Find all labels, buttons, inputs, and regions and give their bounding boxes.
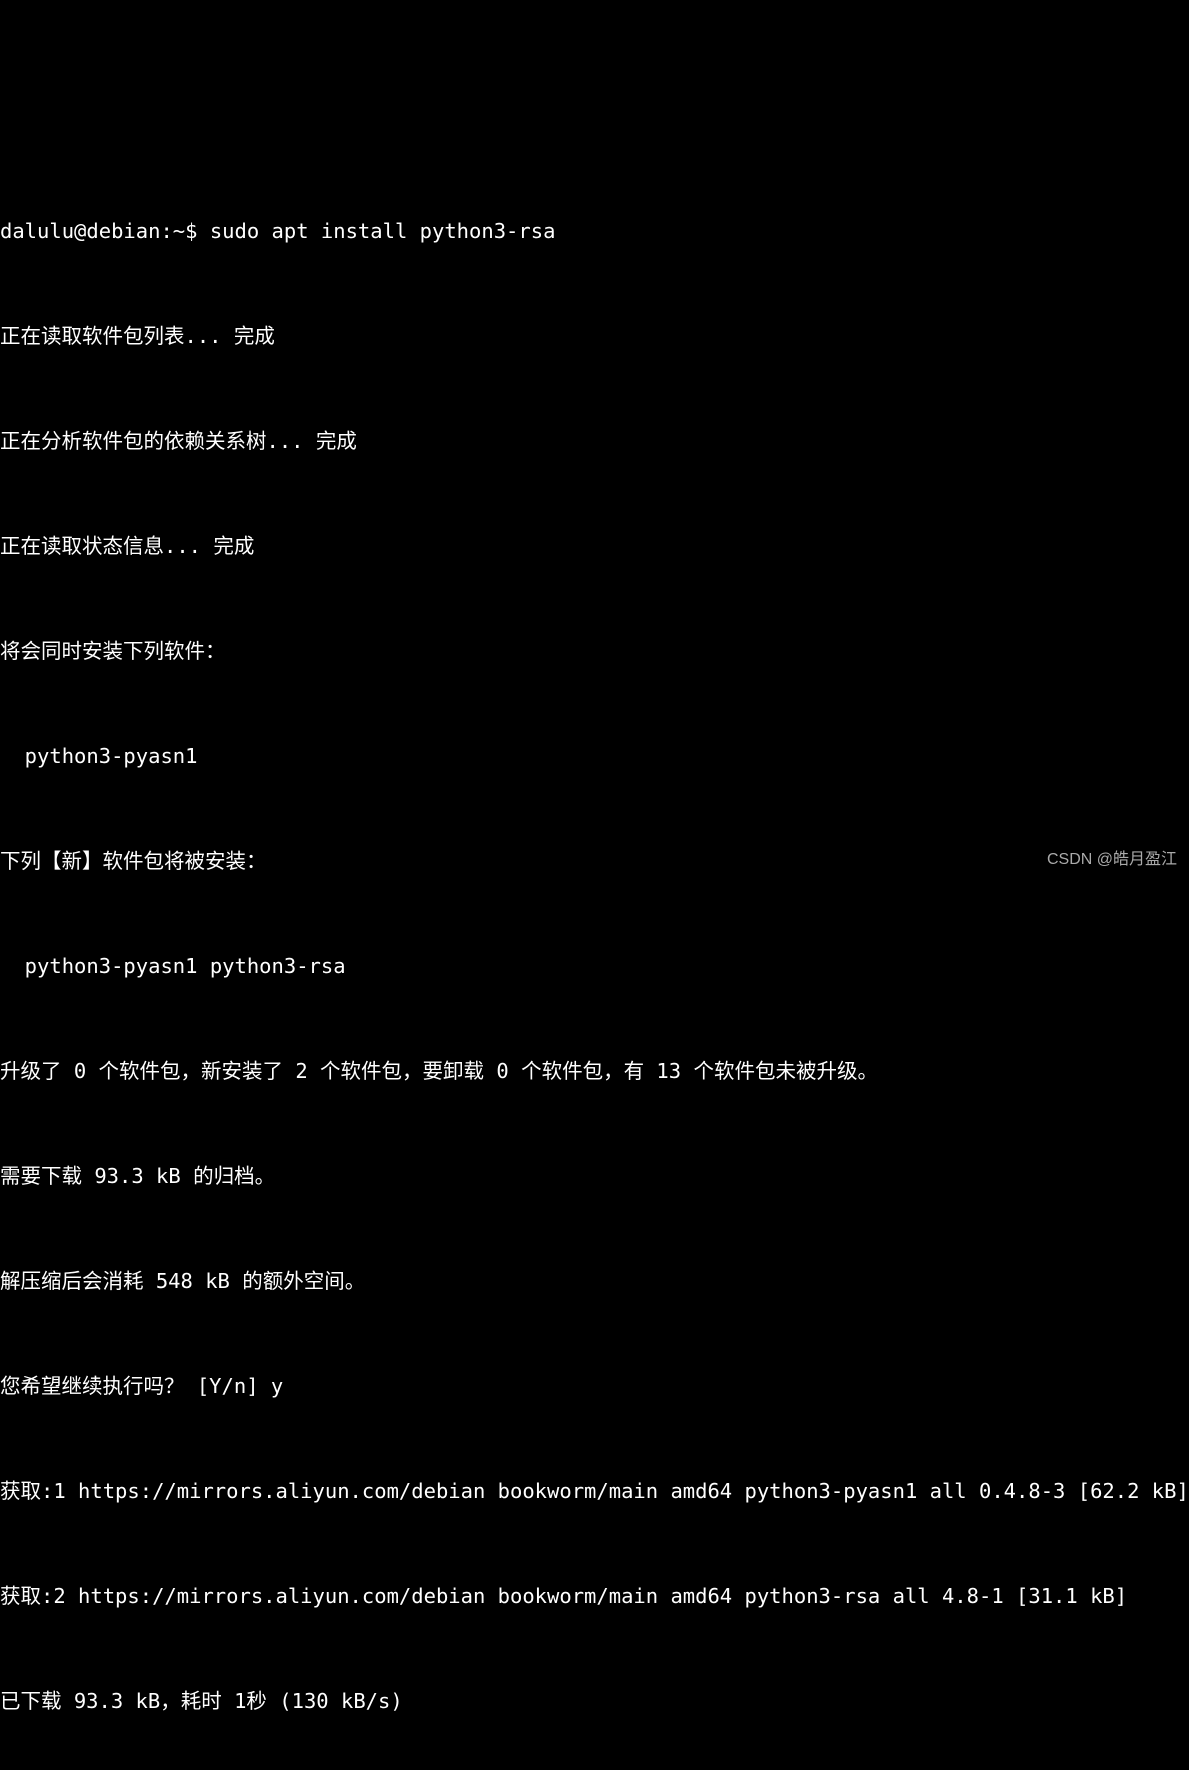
output-line: 解压缩后会消耗 548 kB 的额外空间。 xyxy=(0,1264,1189,1299)
output-line: 获取:1 https://mirrors.aliyun.com/debian b… xyxy=(0,1474,1189,1509)
output-line: 需要下载 93.3 kB 的归档。 xyxy=(0,1159,1189,1194)
output-line: 获取:2 https://mirrors.aliyun.com/debian b… xyxy=(0,1579,1189,1614)
output-line: 正在分析软件包的依赖关系树... 完成 xyxy=(0,424,1189,459)
terminal-window[interactable]: dalulu@debian:~$ sudo apt install python… xyxy=(0,140,1189,1770)
output-line: 将会同时安装下列软件： xyxy=(0,634,1189,669)
output-line: 已下载 93.3 kB，耗时 1秒 (130 kB/s) xyxy=(0,1684,1189,1719)
prompt-user-host: dalulu@debian xyxy=(0,219,160,243)
prompt-symbol: $ xyxy=(185,219,197,243)
output-line: 升级了 0 个软件包，新安装了 2 个软件包，要卸载 0 个软件包，有 13 个… xyxy=(0,1054,1189,1089)
output-line: python3-pyasn1 xyxy=(0,739,1189,774)
command-text: sudo apt install python3-rsa xyxy=(210,219,556,243)
output-line: 您希望继续执行吗？ [Y/n] y xyxy=(0,1369,1189,1404)
output-line: python3-pyasn1 python3-rsa xyxy=(0,949,1189,984)
output-line: 正在读取软件包列表... 完成 xyxy=(0,319,1189,354)
watermark-text: CSDN @皓月盈江 xyxy=(1047,842,1177,877)
prompt-path: ~ xyxy=(173,219,185,243)
prompt-line: dalulu@debian:~$ sudo apt install python… xyxy=(0,214,1189,249)
output-line: 正在读取状态信息... 完成 xyxy=(0,529,1189,564)
output-line: 下列【新】软件包将被安装： xyxy=(0,844,1189,879)
